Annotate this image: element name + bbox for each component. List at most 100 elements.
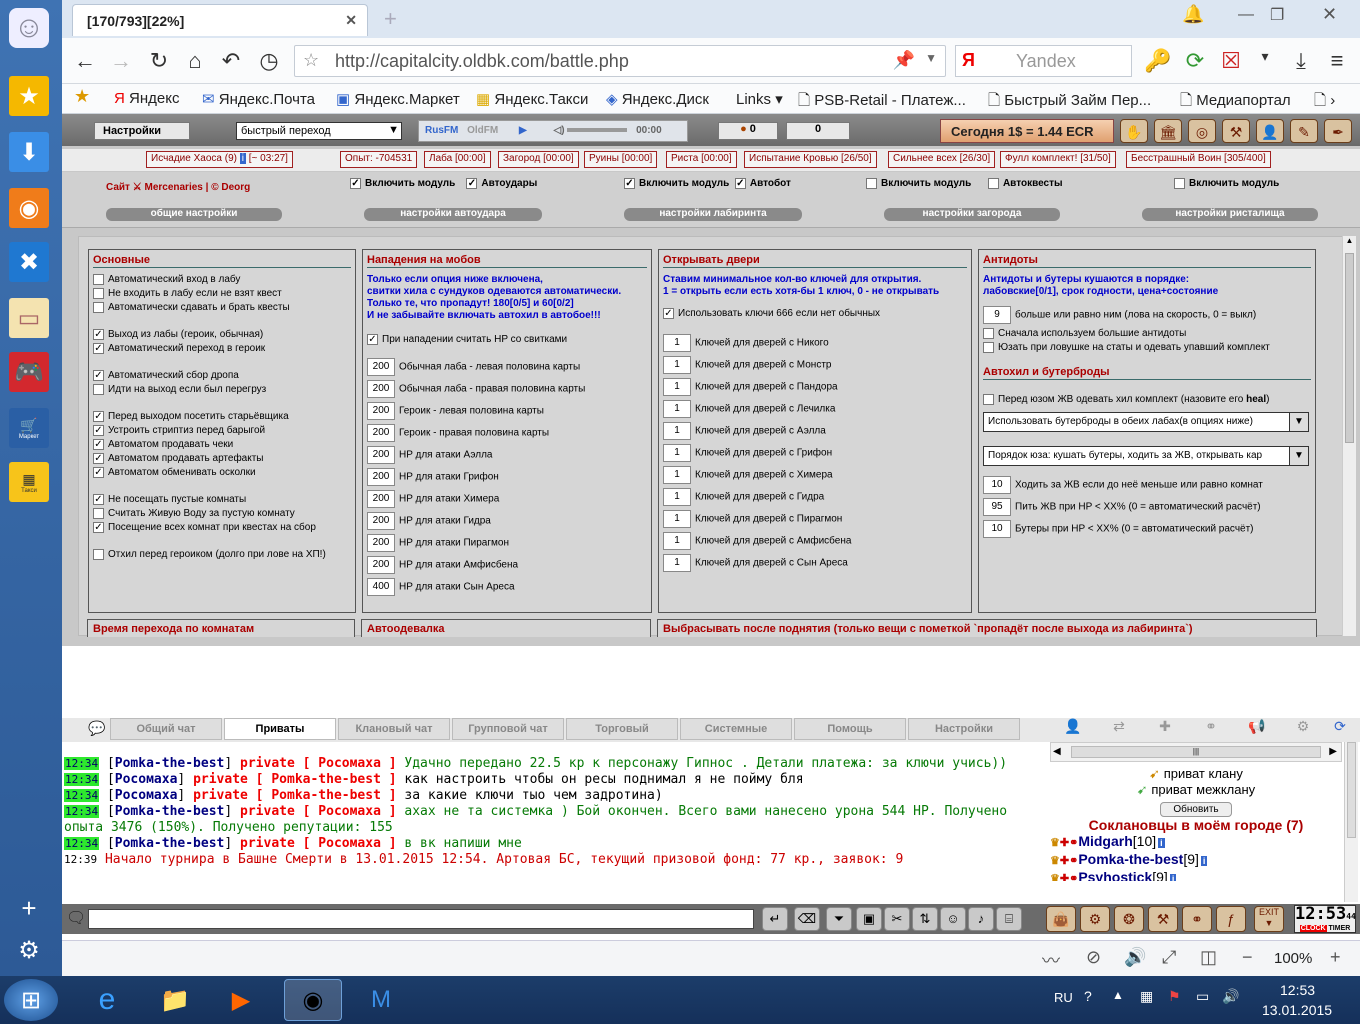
volume-icon[interactable]: ◁): [554, 125, 565, 136]
play-icon[interactable]: ▶: [519, 125, 527, 136]
number-field[interactable]: 1: [663, 400, 691, 418]
sender-name[interactable]: Pomka-the-best: [115, 756, 225, 771]
more-bookmarks-icon[interactable]: 🗋 ›: [1314, 90, 1335, 115]
chat-bubble-icon[interactable]: 💬: [88, 720, 105, 737]
gamepad-icon[interactable]: 🎮: [9, 352, 49, 392]
checkbox[interactable]: [93, 302, 104, 313]
number-field[interactable]: 200: [367, 402, 395, 420]
new-tab-icon[interactable]: +: [384, 6, 397, 32]
checkbox[interactable]: [987, 178, 999, 189]
coin-icon[interactable]: ◎: [1188, 119, 1216, 143]
sound-icon[interactable]: ♪: [968, 907, 994, 931]
checkbox[interactable]: [983, 328, 994, 339]
recipient-name[interactable]: Pomka-the-best: [271, 788, 381, 803]
axe-icon[interactable]: ⚒: [1148, 906, 1178, 932]
group-icon[interactable]: ⚭: [1182, 906, 1212, 932]
info-icon[interactable]: i: [1200, 856, 1208, 866]
exit-icon[interactable]: EXIT ▼: [1254, 906, 1284, 932]
scroll-thumb[interactable]: |||: [1071, 746, 1321, 758]
interclan-private[interactable]: ➹ приват межклану: [1050, 782, 1342, 798]
bookmark-psb[interactable]: 🗋 PSB-Retail - Платеж...: [798, 90, 966, 115]
number-field[interactable]: 1: [663, 466, 691, 484]
checkbox[interactable]: [93, 549, 104, 560]
refresh-button[interactable]: Обновить: [1160, 802, 1232, 817]
tools-icon[interactable]: ✖: [9, 242, 49, 282]
checkbox[interactable]: ✓: [367, 334, 378, 345]
taxi-icon[interactable]: ▦ Такси: [9, 462, 49, 502]
sender-name[interactable]: Pomka-the-best: [115, 804, 225, 819]
checkbox[interactable]: ✓: [93, 467, 104, 478]
chat-tab[interactable]: Приваты: [224, 718, 336, 740]
maximize-button[interactable]: ❐: [1270, 5, 1284, 25]
sender-name[interactable]: Pomka-the-best: [115, 836, 225, 851]
number-field[interactable]: 200: [367, 358, 395, 376]
bookmark-taxi[interactable]: ▦ Яндекс.Такси: [476, 90, 588, 108]
help-icon[interactable]: ?: [1084, 988, 1092, 1004]
bookmark-media[interactable]: 🗋 Медиапортал: [1180, 90, 1291, 115]
arena-settings-tab[interactable]: настройки ристалища: [1142, 208, 1318, 221]
download-icon[interactable]: ⬇: [9, 132, 49, 172]
number-field[interactable]: 1: [663, 510, 691, 528]
panel-scrollbar[interactable]: ▲: [1342, 236, 1356, 636]
number-field[interactable]: 1: [663, 532, 691, 550]
number-field[interactable]: 200: [367, 490, 395, 508]
quest-item[interactable]: Исчадие Хаоса (9) i [~ 03:27]: [146, 151, 293, 168]
pin-icon[interactable]: 📌: [893, 50, 915, 71]
group-icon[interactable]: ⚭: [1192, 718, 1230, 735]
active-tab[interactable]: [170/793][22%] ✕: [72, 4, 368, 36]
chat-tab[interactable]: Общий чат: [110, 718, 222, 740]
checkbox[interactable]: [983, 342, 994, 353]
quill-icon[interactable]: ✒: [1324, 119, 1352, 143]
close-window-button[interactable]: ✕: [1322, 4, 1337, 25]
number-field[interactable]: 1: [663, 422, 691, 440]
scroll-thumb[interactable]: [1345, 253, 1354, 443]
tools-icon[interactable]: ✂: [884, 907, 910, 931]
ie-icon[interactable]: e: [78, 979, 136, 1021]
chat-tab[interactable]: Торговый: [566, 718, 678, 740]
eraser-icon[interactable]: ⌫: [794, 907, 820, 931]
number-field[interactable]: 200: [367, 468, 395, 486]
notes-icon[interactable]: ▭: [9, 298, 49, 338]
explorer-icon[interactable]: 📁: [146, 979, 204, 1021]
number-field[interactable]: 200: [367, 512, 395, 530]
number-field[interactable]: 200: [367, 534, 395, 552]
sender-name[interactable]: Росомаха: [115, 788, 178, 803]
filter-icon[interactable]: ⏷: [826, 907, 852, 931]
flag-icon[interactable]: ⚑: [1168, 988, 1181, 1005]
quest-item[interactable]: Руины [00:00]: [584, 151, 658, 168]
recipient-name[interactable]: Росомаха: [318, 804, 381, 819]
volume-slider[interactable]: [567, 128, 628, 133]
recipient-name[interactable]: Росомаха: [318, 756, 381, 771]
scroll-up-icon[interactable]: ▲: [1343, 236, 1356, 245]
checkbox[interactable]: [866, 178, 877, 189]
scroll-thumb[interactable]: [1347, 742, 1356, 838]
number-field[interactable]: 200: [367, 556, 395, 574]
autoattack-settings-tab[interactable]: настройки автоудара: [364, 208, 542, 221]
bank-icon[interactable]: 🏛: [1154, 119, 1182, 143]
url-bar[interactable]: ☆ http://capitalcity.oldbk.com/battle.ph…: [294, 45, 946, 77]
checkbox[interactable]: ✓: [93, 370, 104, 381]
recipient-name[interactable]: Росомаха: [318, 836, 381, 851]
reload-icon[interactable]: ↻: [146, 48, 172, 74]
quest-item[interactable]: Загород [00:00]: [498, 151, 579, 168]
sandwich-mode-select[interactable]: Использовать бутерброды в обеих лабах(в …: [983, 412, 1309, 432]
recipient-name[interactable]: Pomka-the-best: [271, 772, 381, 787]
activity-icon[interactable]: 〰: [1042, 947, 1060, 973]
smiley-icon[interactable]: ☺: [9, 8, 49, 48]
chat-settings-icon[interactable]: ⚙: [1284, 718, 1322, 735]
bag-icon[interactable]: 👜: [1046, 906, 1076, 932]
language-indicator[interactable]: RU: [1054, 990, 1073, 1005]
monitor-icon[interactable]: ▣: [856, 907, 882, 931]
scroll-icon[interactable]: ƒ: [1216, 906, 1246, 932]
tape-icon[interactable]: ⌸: [996, 907, 1022, 931]
chat-tab[interactable]: Клановый чат: [338, 718, 450, 740]
network-icon[interactable]: ▦: [1140, 988, 1153, 1005]
hand-icon[interactable]: ✋: [1120, 119, 1148, 143]
add-icon[interactable]: +: [9, 888, 49, 928]
checkbox[interactable]: ✓: [93, 329, 104, 340]
settings-button[interactable]: Настройки: [94, 122, 190, 140]
radio-rus-label[interactable]: RusFM: [425, 125, 458, 136]
checkbox[interactable]: [93, 508, 104, 519]
megaphone-icon[interactable]: 📢: [1238, 718, 1276, 735]
volume-icon[interactable]: 🔊: [1222, 988, 1239, 1005]
